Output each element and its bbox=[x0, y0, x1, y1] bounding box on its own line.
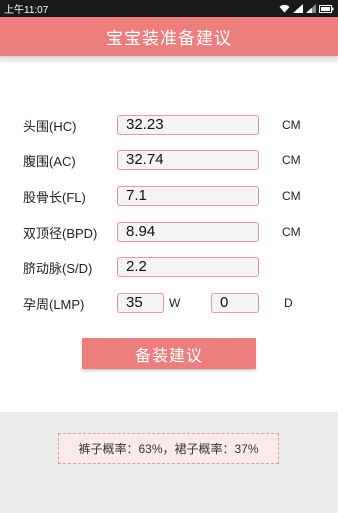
suggestion-button[interactable]: 备装建议 bbox=[82, 338, 256, 369]
lmp-label: 孕周(LMP) bbox=[23, 296, 85, 312]
ac-row: 腹围(AC) 32.74 CM bbox=[0, 149, 338, 171]
result-text: 裤子概率：63%，裙子概率：37% bbox=[78, 442, 259, 456]
signal-icon bbox=[293, 4, 303, 13]
wifi-icon bbox=[279, 4, 290, 13]
sd-label: 脐动脉(S/D) bbox=[23, 260, 93, 276]
lmp-days-unit: D bbox=[284, 296, 293, 310]
ac-unit: CM bbox=[282, 153, 301, 167]
app-title-bar: 宝宝装准备建议 bbox=[0, 17, 338, 56]
status-icons bbox=[279, 4, 334, 13]
fl-unit: CM bbox=[282, 189, 301, 203]
bpd-row: 双顶径(BPD) 8.94 CM bbox=[0, 221, 338, 243]
ac-input[interactable]: 32.74 bbox=[117, 150, 259, 170]
result-box: 裤子概率：63%，裙子概率：37% bbox=[58, 433, 279, 464]
hc-label: 头围(HC) bbox=[23, 118, 77, 134]
hc-unit: CM bbox=[282, 118, 301, 132]
page-title: 宝宝装准备建议 bbox=[106, 29, 232, 48]
fl-input[interactable]: 7.1 bbox=[117, 186, 259, 206]
hc-row: 头围(HC) 32.23 CM bbox=[0, 114, 338, 136]
sd-row: 脐动脉(S/D) 2.2 bbox=[0, 256, 338, 278]
bpd-label: 双顶径(BPD) bbox=[23, 225, 98, 241]
battery-icon bbox=[319, 4, 334, 13]
lmp-weeks-input[interactable]: 35 bbox=[117, 293, 164, 313]
fl-label: 股骨长(FL) bbox=[23, 189, 86, 205]
status-bar: 上午11:07 bbox=[0, 0, 338, 17]
hc-input[interactable]: 32.23 bbox=[117, 115, 259, 135]
signal-icon bbox=[306, 4, 316, 13]
bpd-input[interactable]: 8.94 bbox=[117, 222, 259, 242]
lmp-days-input[interactable]: 0 bbox=[211, 293, 259, 313]
status-time: 上午11:07 bbox=[4, 5, 49, 16]
lmp-weeks-unit: W bbox=[169, 296, 181, 310]
bpd-unit: CM bbox=[282, 225, 301, 239]
lmp-row: 孕周(LMP) 35 W 0 D bbox=[0, 292, 338, 314]
ac-label: 腹围(AC) bbox=[23, 153, 76, 169]
sd-input[interactable]: 2.2 bbox=[117, 257, 259, 277]
fl-row: 股骨长(FL) 7.1 CM bbox=[0, 185, 338, 207]
